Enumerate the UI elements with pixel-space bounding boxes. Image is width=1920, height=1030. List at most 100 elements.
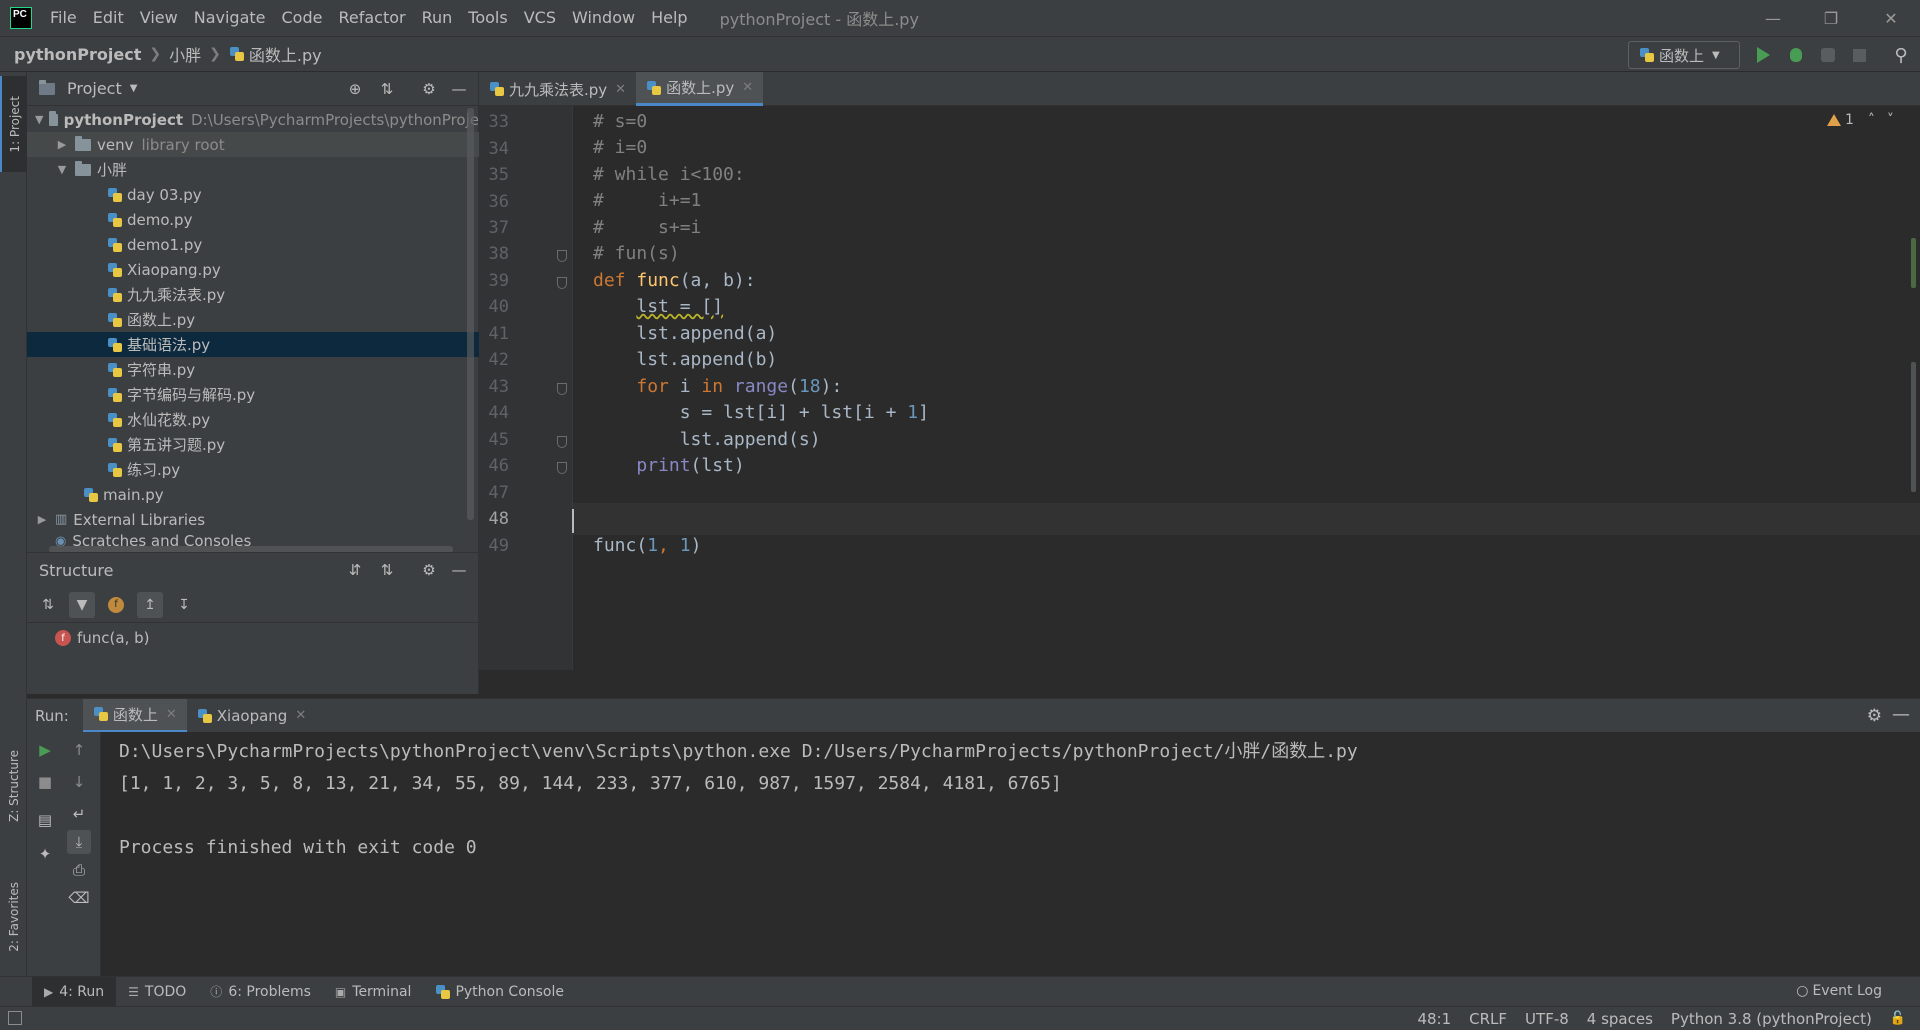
lock-icon[interactable]: 🔓: [1890, 1011, 1906, 1026]
tree-item-file[interactable]: 字节编码与解码.py: [27, 382, 479, 407]
editor-scrollbar-marker[interactable]: [1911, 238, 1916, 288]
inspection-widget[interactable]: 1 ˄ ˅: [1827, 112, 1894, 128]
gear-icon[interactable]: ⚙: [1867, 706, 1882, 726]
tree-item-file[interactable]: 第五讲习题.py: [27, 432, 479, 457]
menu-navigate[interactable]: Navigate: [186, 0, 274, 36]
autoscroll-to-source-icon[interactable]: ↥: [137, 591, 163, 618]
menu-vcs[interactable]: VCS: [516, 0, 564, 36]
run-button[interactable]: [1752, 45, 1774, 65]
trash-icon[interactable]: ⌫: [67, 886, 91, 910]
debug-button[interactable]: [1785, 45, 1807, 65]
breadcrumb-file[interactable]: 函数上.py: [249, 42, 322, 66]
fold-marker-icon[interactable]: [557, 250, 567, 262]
menu-help[interactable]: Help: [643, 0, 695, 36]
tree-item-main-file[interactable]: main.py: [27, 482, 479, 507]
close-tab-icon[interactable]: ✕: [615, 82, 626, 97]
run-tab-xiaopang[interactable]: Xiaopang ✕: [187, 699, 316, 733]
tool-tab-python-console[interactable]: Python Console: [423, 977, 576, 1007]
favorites-tool-tab[interactable]: 2: Favorites: [0, 862, 27, 972]
tree-item-file[interactable]: day 03.py: [27, 182, 479, 207]
collapse-all-icon[interactable]: ⇅: [377, 80, 397, 98]
gear-icon[interactable]: ⚙: [419, 80, 439, 98]
tree-item-project-root[interactable]: ▼ pythonProject D:\Users\PycharmProjects…: [27, 107, 479, 132]
fold-marker-icon[interactable]: [557, 383, 567, 395]
tree-item-file[interactable]: 练习.py: [27, 457, 479, 482]
tool-tab-problems[interactable]: ⓘ 6: Problems: [198, 977, 323, 1007]
hide-panel-icon[interactable]: —: [449, 80, 469, 98]
menu-tools[interactable]: Tools: [460, 0, 515, 36]
fold-marker-icon[interactable]: [557, 277, 567, 289]
tool-tab-terminal[interactable]: ▣ Terminal: [323, 977, 424, 1007]
stop-icon[interactable]: ■: [33, 770, 57, 794]
status-encoding[interactable]: UTF-8: [1525, 1010, 1569, 1028]
console-output[interactable]: D:\Users\PycharmProjects\pythonProject\v…: [101, 732, 1920, 976]
locate-file-icon[interactable]: ⊕: [345, 80, 365, 98]
code-editor[interactable]: 33 34 35 36 37 38 39 40 41 42 43 44 45 4…: [479, 106, 1920, 670]
up-arrow-icon[interactable]: ↑: [67, 738, 91, 762]
hide-panel-icon[interactable]: —: [1892, 704, 1910, 725]
close-tab-icon[interactable]: ✕: [742, 80, 753, 95]
close-window-icon[interactable]: ✕: [1862, 0, 1920, 36]
hide-panel-icon[interactable]: —: [449, 561, 469, 579]
rerun-icon[interactable]: ▶: [33, 738, 57, 762]
toggle-tool-windows-icon[interactable]: [8, 1011, 22, 1025]
editor-scrollbar-thumb[interactable]: [1911, 362, 1916, 492]
down-arrow-icon[interactable]: ↓: [67, 770, 91, 794]
close-tab-icon[interactable]: ✕: [295, 708, 306, 723]
search-icon[interactable]: ⚲: [1890, 45, 1912, 66]
pin-icon[interactable]: ✦: [33, 842, 57, 866]
expand-all-icon[interactable]: ⇵: [345, 561, 365, 579]
event-log-button[interactable]: ○ Event Log: [1796, 983, 1882, 999]
tree-item-file[interactable]: demo.py: [27, 207, 479, 232]
status-interpreter[interactable]: Python 3.8 (pythonProject): [1671, 1010, 1872, 1028]
menu-edit[interactable]: Edit: [85, 0, 132, 36]
scroll-to-end-icon[interactable]: ⤓: [67, 830, 91, 854]
show-inherited-icon[interactable]: ▼: [69, 591, 95, 618]
gear-icon[interactable]: ⚙: [419, 561, 439, 579]
project-panel-title[interactable]: Project: [67, 79, 122, 98]
status-indent[interactable]: 4 spaces: [1587, 1010, 1653, 1028]
sort-alphabetically-icon[interactable]: ⇅: [35, 592, 61, 618]
tree-item-folder[interactable]: ▼ 小胖: [27, 157, 479, 182]
run-with-coverage-button[interactable]: [1817, 45, 1839, 65]
tree-vertical-scrollbar[interactable]: [467, 108, 474, 520]
tree-item-file-selected[interactable]: 基础语法.py: [27, 332, 479, 357]
autoscroll-from-source-icon[interactable]: ↧: [171, 592, 197, 618]
tree-item-file[interactable]: 九九乘法表.py: [27, 282, 479, 307]
structure-item[interactable]: f func(a, b): [27, 623, 478, 653]
breadcrumb-project[interactable]: pythonProject: [14, 45, 141, 64]
status-line-separator[interactable]: CRLF: [1469, 1010, 1507, 1028]
previous-highlight-icon[interactable]: ˄: [1868, 112, 1875, 128]
tree-item-file[interactable]: Xiaopang.py: [27, 257, 479, 282]
tree-item-file[interactable]: 字符串.py: [27, 357, 479, 382]
soft-wrap-icon[interactable]: ↵: [67, 802, 91, 826]
chevron-down-icon[interactable]: ▼: [130, 83, 138, 94]
menu-view[interactable]: View: [132, 0, 186, 36]
next-highlight-icon[interactable]: ˅: [1887, 112, 1894, 128]
show-fields-icon[interactable]: f: [103, 592, 129, 618]
fold-marker-icon[interactable]: [557, 462, 567, 474]
status-caret-position[interactable]: 48:1: [1417, 1010, 1451, 1028]
tree-item-external-libraries[interactable]: ▶ ▥ External Libraries: [27, 507, 479, 532]
run-tab-functions[interactable]: 函数上 ✕: [82, 698, 187, 733]
menu-code[interactable]: Code: [274, 0, 331, 36]
tree-item-file[interactable]: 水仙花数.py: [27, 407, 479, 432]
tab-multiplication-table[interactable]: 九九乘法表.py ✕: [479, 72, 636, 106]
tree-item-file[interactable]: 函数上.py: [27, 307, 479, 332]
restore-window-icon[interactable]: ❐: [1802, 0, 1860, 36]
tab-functions-active[interactable]: 函数上.py ✕: [636, 72, 764, 106]
tree-item-file[interactable]: demo1.py: [27, 232, 479, 257]
menu-run[interactable]: Run: [414, 0, 461, 36]
menu-window[interactable]: Window: [564, 0, 643, 36]
print-icon[interactable]: ⎙: [67, 858, 91, 882]
tool-tab-todo[interactable]: ☰ TODO: [116, 977, 198, 1007]
structure-tool-tab[interactable]: Z: Structure: [0, 736, 27, 836]
run-configuration-select[interactable]: 函数上 ▼: [1628, 41, 1740, 69]
collapse-all-icon[interactable]: ⇅: [377, 561, 397, 579]
layout-icon[interactable]: ▤: [33, 808, 57, 832]
minimize-window-icon[interactable]: —: [1744, 0, 1802, 36]
breadcrumb-folder[interactable]: 小胖: [169, 42, 201, 66]
stop-button[interactable]: [1848, 45, 1870, 65]
close-tab-icon[interactable]: ✕: [166, 707, 177, 722]
menu-file[interactable]: File: [42, 0, 85, 36]
